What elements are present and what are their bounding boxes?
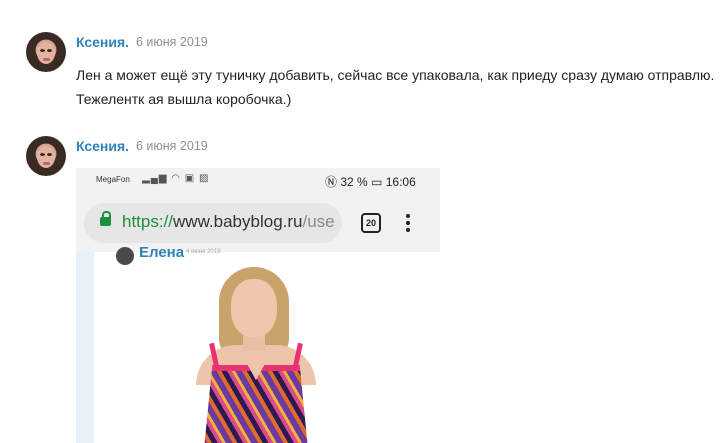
- avatar[interactable]: [26, 32, 66, 72]
- page-side-strip: [76, 252, 94, 443]
- embedded-date: 4 июня 2019: [186, 249, 221, 255]
- tabs-count-icon: 20: [361, 213, 381, 233]
- photo-face: [231, 279, 277, 337]
- comment-date: 6 июня 2019: [136, 35, 208, 49]
- nfc-icon: Ⓝ: [325, 175, 338, 189]
- carrier-label: MegaFon: [96, 175, 130, 184]
- comment-author[interactable]: Ксения.: [76, 34, 129, 50]
- comment-author[interactable]: Ксения.: [76, 138, 129, 154]
- comment-text: Лен а может ещё эту туничку добавить, се…: [76, 63, 721, 111]
- embedded-author: Елена: [139, 244, 185, 261]
- avatar-eye: [40, 49, 45, 52]
- address-bar: https://www.babyblog.ru/use: [84, 203, 342, 243]
- lock-icon: [100, 211, 111, 226]
- browser-page: Елена 4 июня 2019: [76, 244, 440, 443]
- phone-status-bar: MegaFon ▂▄▆ ◠ ▣ ▨ Ⓝ 32 % ▭ 16:06: [76, 168, 440, 194]
- overflow-menu-icon: [406, 214, 410, 232]
- avatar-lips: [43, 162, 50, 165]
- avatar-eye: [47, 153, 52, 156]
- avatar-lips: [43, 58, 50, 61]
- avatar[interactable]: [26, 136, 66, 176]
- avatar-eye: [47, 49, 52, 52]
- comment-date: 6 июня 2019: [136, 139, 208, 153]
- url-text: https://www.babyblog.ru/use: [122, 212, 335, 232]
- previous-comment-cutoff: [76, 0, 716, 3]
- status-right: Ⓝ 32 % ▭ 16:06: [325, 173, 416, 190]
- signal-wifi-icons: ▂▄▆ ◠ ▣ ▨: [142, 173, 210, 184]
- avatar-eye: [40, 153, 45, 156]
- clock: 16:06: [385, 175, 416, 189]
- url-path: /use: [302, 212, 335, 231]
- url-host: www.babyblog.ru: [173, 212, 303, 231]
- battery-percent: 32 %: [340, 175, 368, 189]
- tunic-photo: [186, 267, 326, 443]
- comment-text-line: Лен а может ещё эту туничку добавить, се…: [76, 67, 715, 83]
- url-scheme: https://: [122, 212, 174, 231]
- comment-text-line: Тежелентк ая вышла коробочка.): [76, 91, 292, 107]
- battery-icon: ▭: [371, 175, 383, 189]
- attached-screenshot[interactable]: MegaFon ▂▄▆ ◠ ▣ ▨ Ⓝ 32 % ▭ 16:06 https:/…: [76, 168, 440, 443]
- embedded-avatar: [116, 247, 134, 265]
